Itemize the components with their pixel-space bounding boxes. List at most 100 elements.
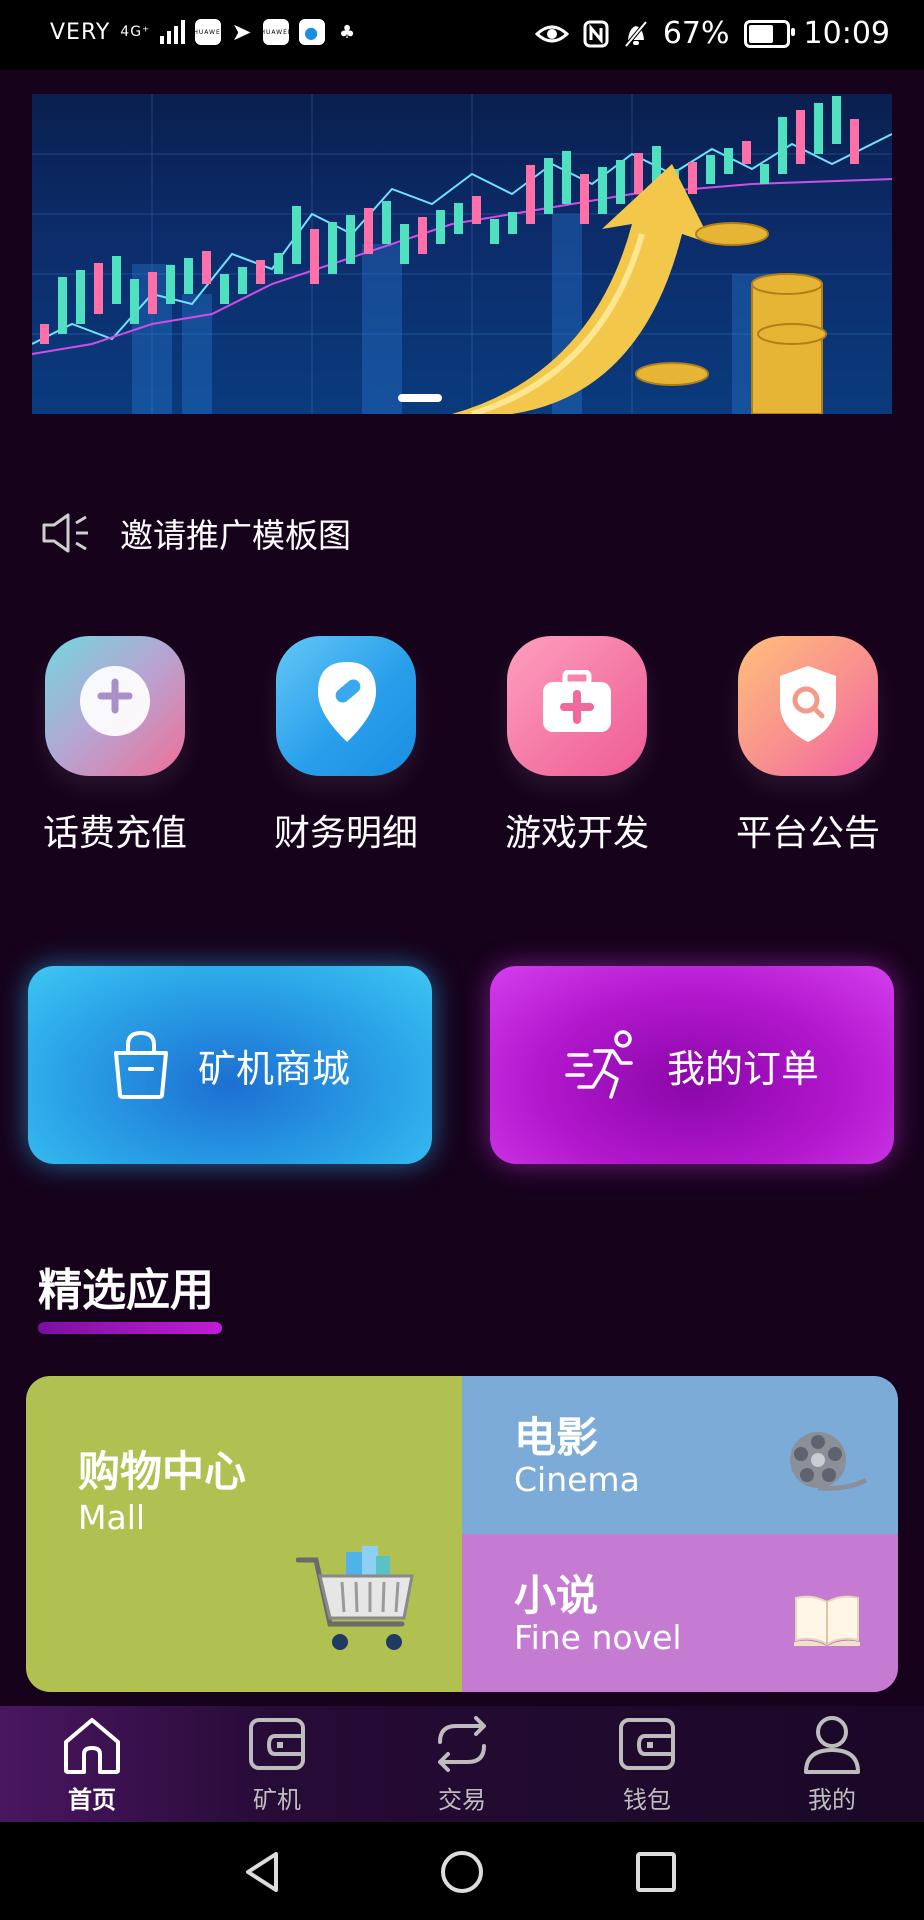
back-icon[interactable] xyxy=(240,1848,288,1896)
status-right: 67% 10:09 xyxy=(534,16,890,51)
candle-mark xyxy=(580,174,589,224)
status-bar: VERY 4G⁺ HUAWEI ➤ HUAWEI ● ♣ 67% 10:09 xyxy=(0,0,924,70)
carrier-label: VERY xyxy=(50,19,111,45)
card-title: 小说 xyxy=(514,1571,599,1620)
candle-mark xyxy=(850,119,859,164)
clock: 10:09 xyxy=(803,16,890,51)
candle-mark xyxy=(778,117,787,174)
candle-mark xyxy=(760,164,769,184)
recents-icon[interactable] xyxy=(634,1850,678,1894)
nav-wallet[interactable]: 钱包 xyxy=(555,1706,739,1822)
candle-mark xyxy=(112,256,121,304)
card-title: 电影 xyxy=(514,1413,599,1462)
candle-mark xyxy=(328,222,337,274)
user-icon xyxy=(804,1716,860,1774)
network-type: 4G⁺ xyxy=(120,24,151,40)
quick-actions: 话费充值 财务明细 游戏开发 平台公告 xyxy=(0,636,924,856)
featured-cinema-card[interactable]: 电影 Cinema xyxy=(462,1376,898,1534)
film-reel-icon xyxy=(790,1432,868,1491)
candle-mark xyxy=(238,267,247,294)
quick-action-label: 游戏开发 xyxy=(504,813,649,854)
wallet-icon xyxy=(619,1718,675,1770)
featured-grid: 购物中心 Mall 电影 Cinema 小说 Fine novel xyxy=(26,1376,898,1692)
nfc-icon xyxy=(583,20,609,47)
candle-mark xyxy=(58,277,67,334)
miner-mall-button[interactable]: 矿机商城 xyxy=(28,966,432,1164)
signal-icon xyxy=(160,20,186,44)
quick-action-label: 财务明细 xyxy=(273,813,418,854)
wallet-icon xyxy=(249,1718,305,1770)
candle-mark xyxy=(346,215,355,264)
battery-icon xyxy=(743,19,795,48)
open-book-icon xyxy=(794,1595,860,1646)
candle-mark xyxy=(94,263,103,314)
nav-home[interactable]: 首页 xyxy=(0,1706,184,1822)
card-subtitle: Cinema xyxy=(514,1460,640,1499)
candle-mark xyxy=(796,110,805,164)
qq-icon: ♣ xyxy=(334,19,361,45)
bottom-nav: 首页 矿机 交易 钱包 我的 xyxy=(0,1706,924,1822)
candle-mark xyxy=(472,196,481,224)
quick-action-games[interactable]: 游戏开发 xyxy=(492,636,662,856)
notice-text: 邀请推广模板图 xyxy=(120,516,351,555)
home-circle-icon[interactable] xyxy=(438,1848,486,1896)
candle-mark xyxy=(490,219,499,244)
eye-icon xyxy=(534,25,569,42)
miner-mall-label: 矿机商城 xyxy=(197,1046,350,1091)
candle-mark xyxy=(814,103,823,154)
promo-banner[interactable] xyxy=(32,94,892,414)
nav-miner[interactable]: 矿机 xyxy=(185,1706,369,1822)
candle-mark xyxy=(436,210,445,244)
my-orders-label: 我的订单 xyxy=(666,1046,819,1091)
plus-circle-icon xyxy=(45,636,185,776)
quick-action-announcements[interactable]: 平台公告 xyxy=(723,636,893,856)
notice-bar[interactable]: 邀请推广模板图 xyxy=(40,508,351,558)
candle-mark xyxy=(544,158,553,214)
candle-mark xyxy=(220,274,229,304)
card-subtitle: Mall xyxy=(78,1498,146,1537)
featured-mall-card[interactable]: 购物中心 Mall xyxy=(26,1376,462,1692)
candle-mark xyxy=(724,148,733,174)
speaker-icon xyxy=(42,513,88,553)
nav-label: 矿机 xyxy=(253,1786,301,1814)
battery-percent: 67% xyxy=(662,16,730,51)
nav-label: 交易 xyxy=(438,1786,486,1814)
candle-mark xyxy=(364,208,373,254)
location-pill-icon xyxy=(276,636,416,776)
nav-trade[interactable]: 交易 xyxy=(370,1706,554,1822)
quick-action-finance[interactable]: 财务明细 xyxy=(261,636,431,856)
candle-mark xyxy=(832,96,841,144)
candle-mark xyxy=(454,203,463,234)
status-left: VERY 4G⁺ HUAWEI ➤ HUAWEI ● ♣ xyxy=(50,18,361,46)
telegram-icon: ➤ xyxy=(231,18,253,46)
my-orders-button[interactable]: 我的订单 xyxy=(490,966,894,1164)
nav-mine[interactable]: 我的 xyxy=(740,1706,924,1822)
chat-icon: ● xyxy=(298,19,325,45)
nav-label: 我的 xyxy=(808,1786,856,1814)
card-subtitle: Fine novel xyxy=(514,1618,682,1657)
home-icon xyxy=(64,1718,120,1774)
candle-mark xyxy=(634,153,643,194)
shield-search-icon xyxy=(738,636,878,776)
shopping-bag-icon xyxy=(113,1030,168,1099)
stock-chart-illustration xyxy=(32,94,892,414)
candle-mark xyxy=(256,260,265,284)
nav-label: 首页 xyxy=(68,1786,116,1814)
candle-mark xyxy=(400,224,409,264)
featured-novel-card[interactable]: 小说 Fine novel xyxy=(462,1534,898,1692)
quick-action-label: 话费充值 xyxy=(42,813,187,854)
quick-action-recharge[interactable]: 话费充值 xyxy=(30,636,200,856)
candle-mark xyxy=(742,141,751,164)
candle-mark xyxy=(382,201,391,244)
huawei-icon: HUAWEI xyxy=(260,19,290,45)
candle-mark xyxy=(418,217,427,254)
candle-mark xyxy=(562,151,571,204)
featured-title: 精选应用 xyxy=(38,1265,214,1316)
shopping-cart-icon xyxy=(296,1546,414,1650)
nav-label: 钱包 xyxy=(623,1786,671,1814)
candle-mark xyxy=(148,272,157,314)
huawei-icon: HUAWEI xyxy=(193,19,223,45)
exchange-icon xyxy=(438,1716,486,1772)
candle-mark xyxy=(130,279,139,324)
candle-mark xyxy=(616,160,625,204)
